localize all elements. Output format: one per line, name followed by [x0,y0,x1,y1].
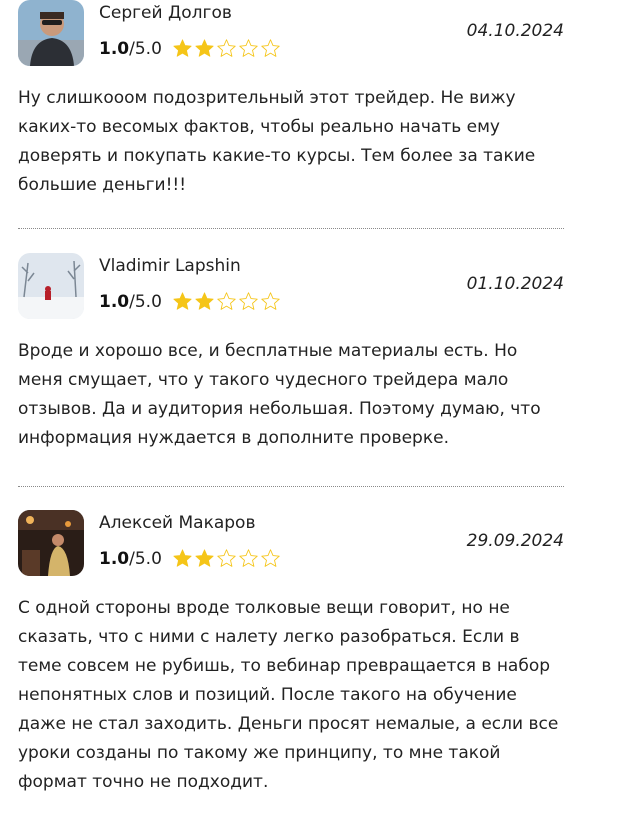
review-date: 29.09.2024 [466,531,564,551]
star-filled-icon [195,39,214,57]
rating-value: 1.0 [99,548,130,569]
review-text: Вроде и хорошо все, и бесплатные материа… [18,341,541,448]
star-empty-icon [239,292,258,310]
star-empty-icon [217,39,236,57]
rating-max: /5.0 [129,291,162,312]
rating: 1.0/5.0 [99,291,281,312]
star-rating [172,291,281,312]
rating-max: /5.0 [129,38,162,59]
star-empty-icon [261,292,280,310]
star-rating [172,38,281,59]
star-empty-icon [239,39,258,57]
star-empty-icon [261,549,280,567]
star-filled-icon [173,39,192,57]
review-divider [18,228,564,229]
star-empty-icon [239,549,258,567]
star-empty-icon [217,292,236,310]
star-empty-icon [217,549,236,567]
review-text: С одной стороны вроде толковые вещи гово… [18,598,559,792]
reviewer-name: Алексей Макаров [99,513,256,533]
rating-value: 1.0 [99,38,130,59]
reviewer-name: Сергей Долгов [99,3,232,23]
star-filled-icon [195,292,214,310]
rating-value: 1.0 [99,291,130,312]
reviewer-name: Vladimir Lapshin [99,256,241,276]
star-rating [172,548,281,569]
star-filled-icon [195,549,214,567]
rating: 1.0/5.0 [99,548,281,569]
rating-max: /5.0 [129,548,162,569]
review-date: 01.10.2024 [466,274,564,294]
review-date: 04.10.2024 [466,21,564,41]
star-filled-icon [173,549,192,567]
avatar[interactable] [18,0,84,66]
review-divider [18,486,564,487]
star-filled-icon [173,292,192,310]
avatar[interactable] [18,253,84,319]
rating: 1.0/5.0 [99,38,281,59]
review-text: Ну слишкооом подозрительный этот трейдер… [18,88,536,195]
star-empty-icon [261,39,280,57]
avatar[interactable] [18,510,84,576]
